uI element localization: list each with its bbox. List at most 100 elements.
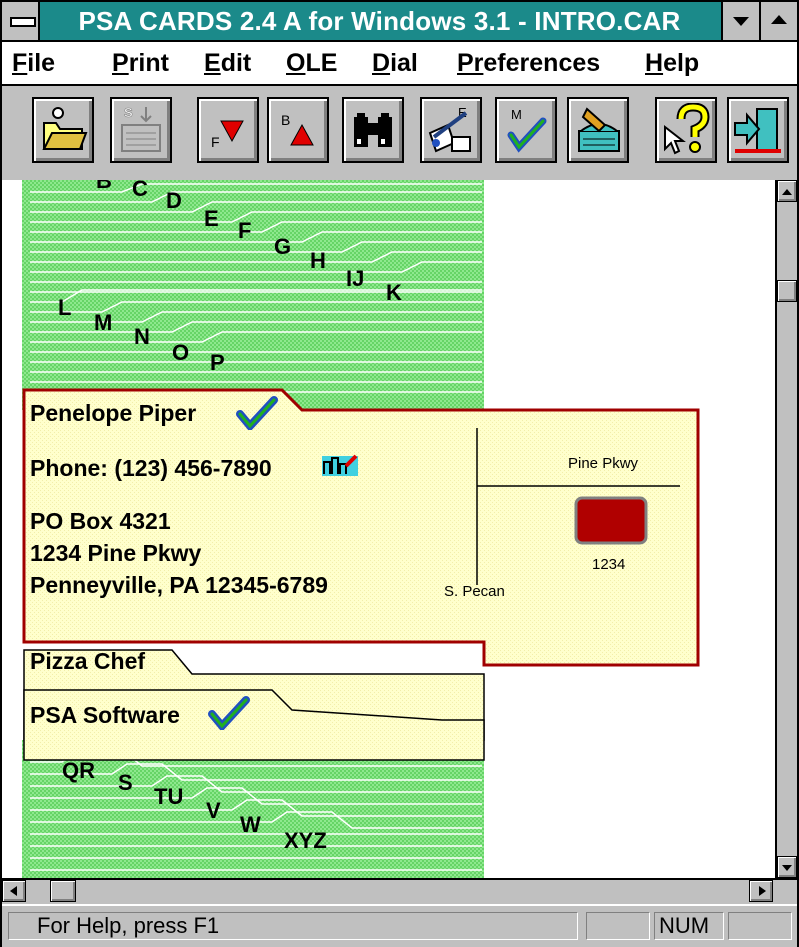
menu-ole-label: LE: [305, 49, 338, 77]
index-tab-c[interactable]: C: [132, 180, 148, 202]
dial-phone-icon[interactable]: [320, 452, 360, 478]
check-mark-icon: [236, 396, 278, 430]
index-tab-e[interactable]: E: [204, 206, 219, 232]
mark-icon: M: [507, 107, 547, 153]
horizontal-scrollbar[interactable]: [2, 878, 797, 902]
vertical-scroll-thumb[interactable]: [777, 280, 797, 302]
menu-file-accel: F: [12, 49, 28, 77]
system-menu-icon: [10, 17, 36, 27]
check-mark-icon: [208, 696, 250, 730]
menu-edit-accel: E: [204, 49, 221, 77]
scroll-up-button[interactable]: [777, 180, 797, 202]
status-num: NUM: [654, 912, 724, 940]
map-house-marker: [574, 496, 648, 545]
find-button[interactable]: [342, 97, 404, 163]
forward-button[interactable]: F: [197, 97, 259, 163]
arrow-right-icon: [759, 886, 766, 896]
envelope-icon: E: [428, 105, 471, 153]
maximize-icon: [771, 15, 787, 24]
toolbar: S F B E M: [2, 86, 797, 182]
menu-preferences[interactable]: Preferences: [457, 42, 600, 84]
index-tab-l[interactable]: L: [58, 295, 71, 321]
menu-preferences-label: eferences: [483, 49, 601, 77]
app-window: PSA CARDS 2.4 A for Windows 3.1 - INTRO.…: [0, 0, 799, 947]
scroll-down-button[interactable]: [777, 856, 797, 878]
menu-file-label: ile: [27, 49, 56, 77]
index-tab-k[interactable]: K: [386, 280, 402, 306]
scroll-right-button[interactable]: [749, 880, 773, 902]
vertical-scrollbar[interactable]: [775, 180, 797, 878]
menu-file[interactable]: File: [12, 42, 55, 84]
address-line-1: PO Box 4321: [30, 508, 171, 534]
window-title: PSA CARDS 2.4 A for Windows 3.1 - INTRO.…: [78, 6, 681, 36]
forward-caption: F: [211, 134, 220, 150]
index-tab-n[interactable]: N: [134, 324, 150, 350]
envelope-button[interactable]: E: [420, 97, 482, 163]
index-tab-g[interactable]: G: [274, 234, 291, 260]
exit-door-icon: [734, 108, 781, 153]
index-tab-v[interactable]: V: [206, 798, 221, 824]
index-tab-d[interactable]: D: [166, 188, 182, 214]
minimize-button[interactable]: [721, 2, 759, 40]
menu-bar: File Print Edit OLE Dial Preferences Hel…: [2, 42, 797, 86]
arrow-up-icon: [782, 189, 792, 195]
open-button[interactable]: [32, 97, 94, 163]
scroll-left-button[interactable]: [2, 880, 26, 902]
menu-edit[interactable]: Edit: [204, 42, 251, 84]
horizontal-scroll-thumb[interactable]: [50, 880, 76, 902]
menu-help[interactable]: Help: [645, 42, 699, 84]
sort-caption: S: [124, 105, 133, 120]
card-pizza-chef[interactable]: Pizza Chef: [30, 648, 145, 675]
menu-print[interactable]: Print: [112, 42, 169, 84]
binoculars-icon: [354, 113, 392, 147]
menu-dial-label: ial: [390, 49, 418, 77]
status-cell-empty-2: [728, 912, 792, 940]
open-folder-icon: [42, 107, 88, 150]
card-psa-software[interactable]: PSA Software: [30, 702, 180, 729]
address-line-2: 1234 Pine Pkwy: [30, 540, 202, 566]
index-tab-w[interactable]: W: [240, 812, 261, 838]
index-tab-xyz[interactable]: XYZ: [284, 828, 327, 854]
exit-button[interactable]: [727, 97, 789, 163]
help-button[interactable]: [655, 97, 717, 163]
title-bar[interactable]: PSA CARDS 2.4 A for Windows 3.1 - INTRO.…: [2, 2, 797, 42]
minimize-icon: [733, 17, 749, 26]
index-tab-h[interactable]: H: [310, 248, 326, 274]
phone-dial-icon: [578, 107, 620, 152]
help-pointer-icon: [664, 103, 710, 155]
index-tab-p[interactable]: P: [210, 350, 225, 376]
index-tab-f[interactable]: F: [238, 218, 251, 244]
card-area: B C D E F G H IJ K L M N O P Penelope Pi…: [2, 180, 775, 878]
menu-dial-accel: D: [372, 49, 391, 77]
map-street-side: S. Pecan: [444, 583, 505, 600]
mark-button[interactable]: M: [495, 97, 557, 163]
status-bar: For Help, press F1 NUM: [2, 904, 797, 947]
map-house-number: 1234: [592, 556, 626, 573]
menu-ole[interactable]: OLE: [286, 42, 337, 84]
system-menu-button[interactable]: [2, 2, 40, 40]
index-tab-s[interactable]: S: [118, 770, 133, 796]
sort-button: S: [110, 97, 172, 163]
index-tab-m[interactable]: M: [94, 310, 112, 336]
index-tab-qr[interactable]: QR: [62, 758, 95, 784]
status-cell-empty: [586, 912, 650, 940]
index-tab-b[interactable]: B: [96, 180, 112, 194]
map-street-top: Pine Pkwy: [568, 455, 639, 472]
menu-dial[interactable]: Dial: [372, 42, 418, 84]
contact-phone[interactable]: Phone: (123) 456-7890: [30, 455, 272, 482]
maximize-button[interactable]: [759, 2, 797, 40]
arrow-left-icon: [10, 886, 17, 896]
status-help-text: For Help, press F1: [8, 912, 578, 940]
back-button[interactable]: B: [267, 97, 329, 163]
index-tab-ij[interactable]: IJ: [346, 266, 364, 292]
menu-preferences-accel: Pr: [457, 49, 484, 77]
address-line-3: Penneyville, PA 12345-6789: [30, 572, 328, 598]
menu-print-label: rint: [128, 49, 169, 77]
menu-help-accel: H: [645, 49, 664, 77]
index-tab-tu[interactable]: TU: [154, 784, 183, 810]
index-tab-o[interactable]: O: [172, 340, 189, 366]
sort-disabled-icon: S: [121, 105, 161, 152]
menu-help-label: elp: [663, 49, 700, 77]
dial-button[interactable]: [567, 97, 629, 163]
contact-name[interactable]: Penelope Piper: [30, 400, 196, 427]
